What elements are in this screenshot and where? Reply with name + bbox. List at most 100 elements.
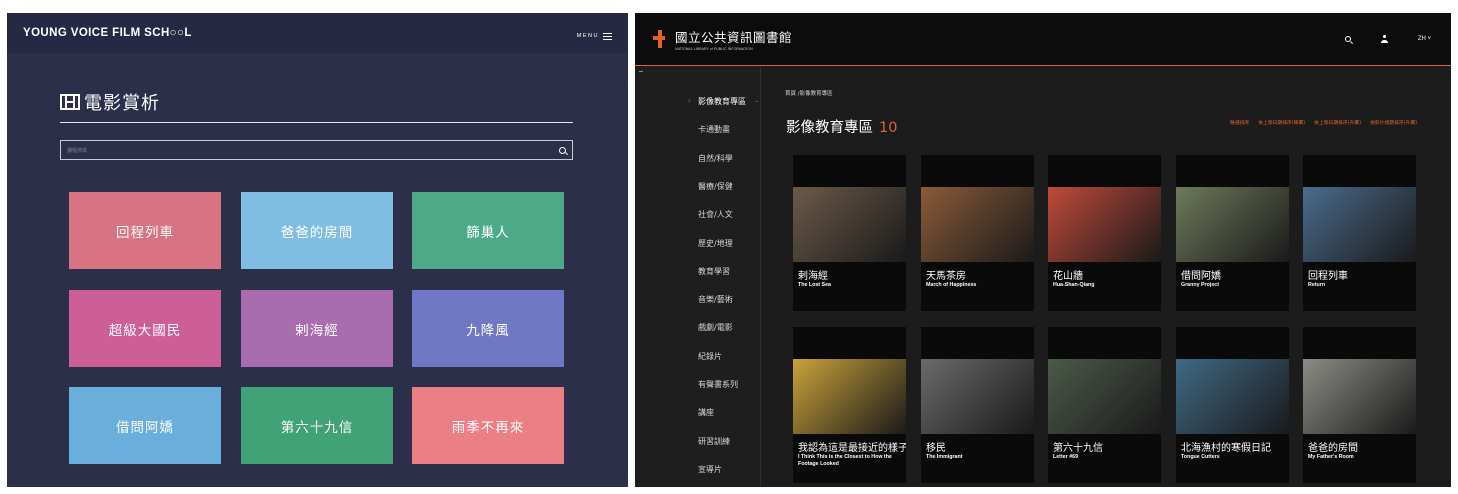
film-tile[interactable]: 篩巢人 <box>412 192 564 269</box>
video-title-zh[interactable]: 花山牆 <box>1053 267 1083 282</box>
film-tile[interactable]: 爸爸的房間 <box>241 192 393 269</box>
menu-label: MENU <box>576 33 599 39</box>
video-card[interactable]: 回程列車 Return <box>1303 155 1416 311</box>
video-thumbnail[interactable] <box>1303 187 1416 262</box>
video-title-en: Letter #69 <box>1053 454 1079 460</box>
video-title-zh[interactable]: 天馬茶房 <box>926 267 966 282</box>
video-thumbnail[interactable] <box>921 187 1034 262</box>
sidebar-item[interactable]: 戲劇/電影 <box>698 322 733 333</box>
film-tile[interactable]: 九降風 <box>412 290 564 367</box>
title-divider <box>60 122 573 123</box>
section-title-text: 影像教育專區 <box>786 120 873 136</box>
video-title-zh[interactable]: 爸爸的房間 <box>1308 439 1358 454</box>
video-card[interactable]: 天馬茶房 March of Happiness <box>921 155 1034 311</box>
video-thumbnail[interactable] <box>1048 359 1161 434</box>
film-school-header: YOUNG VOICE FILM SCH○○L MENU <box>7 13 628 53</box>
library-page: 國立公共資訊圖書館 NATIONAL LIBRARY of PUBLIC INF… <box>635 13 1451 487</box>
active-arrow-icon: › <box>688 97 691 105</box>
film-tile[interactable]: 第六十九信 <box>241 387 393 464</box>
language-selector[interactable]: ZH ˅ <box>1418 36 1431 42</box>
menu-button[interactable]: MENU <box>576 32 612 40</box>
video-card[interactable]: 借問阿嬌 Granny Project <box>1176 155 1289 311</box>
sort-option[interactable]: 依上架日期排序(降冪) <box>1258 119 1305 126</box>
video-card[interactable]: 第六十九信 Letter #69 <box>1048 327 1161 483</box>
screenshot-root: YOUNG VOICE FILM SCH○○L MENU 電影賞析 課程搜尋 回… <box>0 0 1458 494</box>
video-title-zh[interactable]: 我認為這是最接近的樣子 <box>798 439 906 454</box>
film-tile-label: 第六十九信 <box>280 419 354 436</box>
film-tile[interactable]: 超級大國民 <box>69 290 221 367</box>
search-placeholder: 課程搜尋 <box>67 147 88 154</box>
film-tile[interactable]: 借問阿嬌 <box>69 387 221 464</box>
sidebar-item[interactable]: 影像教育專區 <box>698 96 746 107</box>
video-card[interactable]: 北海漁村的寒假日記 Tongue Cutters <box>1176 327 1289 483</box>
video-thumbnail[interactable] <box>793 187 906 262</box>
film-tile[interactable]: 剌海經 <box>241 290 393 367</box>
video-card[interactable]: 剌海經 The Lost Sea <box>793 155 906 311</box>
sidebar-item[interactable]: 紀錄片 <box>698 351 722 362</box>
video-thumbnail[interactable] <box>921 359 1034 434</box>
video-thumbnail[interactable] <box>793 359 906 434</box>
search-icon[interactable] <box>1344 36 1351 42</box>
video-title-zh[interactable]: 第六十九信 <box>1053 439 1103 454</box>
film-tile[interactable]: 雨季不再來 <box>412 387 564 464</box>
library-logo-subtitle: NATIONAL LIBRARY of PUBLIC INFORMATION <box>675 47 753 51</box>
film-tile-label: 剌海經 <box>295 322 339 339</box>
film-tile[interactable]: 回程列車 <box>69 192 221 269</box>
library-logo[interactable]: 國立公共資訊圖書館 NATIONAL LIBRARY of PUBLIC INF… <box>651 27 792 51</box>
item-count: 10 <box>879 120 898 136</box>
sidebar-item[interactable]: 社會/人文 <box>698 209 733 220</box>
search-icon[interactable] <box>559 146 566 154</box>
user-icon[interactable] <box>1380 35 1388 43</box>
film-icon <box>60 94 80 110</box>
film-school-logo[interactable]: YOUNG VOICE FILM SCH○○L <box>23 27 192 39</box>
film-tile-label: 爸爸的房間 <box>280 224 354 241</box>
film-tile-label: 超級大國民 <box>108 322 182 339</box>
video-title-zh[interactable]: 移民 <box>926 439 946 454</box>
sidebar-item[interactable]: 教育學習 <box>698 266 730 277</box>
library-logo-icon <box>651 30 669 48</box>
video-title-zh[interactable]: 回程列車 <box>1308 267 1348 282</box>
sidebar-item[interactable]: 講座 <box>698 407 714 418</box>
hamburger-icon <box>603 32 612 40</box>
video-title-en: My Father's Room <box>1308 454 1354 460</box>
film-tile-label: 篩巢人 <box>466 224 510 241</box>
video-card[interactable]: 花山牆 Hua-Shan-Qiang <box>1048 155 1161 311</box>
video-card[interactable]: 我認為這是最接近的樣子 I Think This is the Closest t… <box>793 327 906 483</box>
sidebar-item[interactable]: 研習訓練 <box>698 436 730 447</box>
video-title-zh[interactable]: 借問阿嬌 <box>1181 267 1221 282</box>
sort-option[interactable]: 依上架日期排序(升冪) <box>1314 119 1361 126</box>
library-header: 國立公共資訊圖書館 NATIONAL LIBRARY of PUBLIC INF… <box>635 13 1451 66</box>
sort-option[interactable]: 精選排序 <box>1230 119 1249 126</box>
video-thumbnail[interactable] <box>1048 187 1161 262</box>
video-title-zh[interactable]: 北海漁村的寒假日記 <box>1181 439 1271 454</box>
film-tile-label: 借問阿嬌 <box>116 419 174 436</box>
sidebar-collapse-icon[interactable] <box>639 71 643 72</box>
video-thumbnail[interactable] <box>1303 359 1416 434</box>
video-title-zh[interactable]: 剌海經 <box>798 267 828 282</box>
course-search-input[interactable]: 課程搜尋 <box>60 140 573 160</box>
sidebar-item[interactable]: 醫療/保健 <box>698 181 733 192</box>
sidebar-item[interactable]: 自然/科學 <box>698 153 733 164</box>
film-tile-label: 雨季不再來 <box>451 419 525 436</box>
film-tile-label: 回程列車 <box>116 224 174 241</box>
sidebar-item[interactable]: 歷史/地理 <box>698 238 733 249</box>
video-thumbnail[interactable] <box>1176 359 1289 434</box>
video-title-en: Tongue Cutters <box>1181 454 1220 460</box>
film-tile-label: 九降風 <box>466 322 510 339</box>
library-logo-title: 國立公共資訊圖書館 <box>675 30 793 45</box>
sidebar-item[interactable]: 卡通動畫 <box>698 124 730 135</box>
video-title-en: Granny Project <box>1181 282 1219 288</box>
sidebar-item[interactable]: 宣導片 <box>698 464 722 475</box>
sidebar-item[interactable]: 有聲書系列 <box>698 379 738 390</box>
header-tools: ZH ˅ <box>1344 35 1431 43</box>
breadcrumb[interactable]: 首頁 /影像教育專區 <box>785 89 833 97</box>
video-title-en: I Think This is the Closest to How the F… <box>798 454 892 467</box>
section-title: 影像教育專區 10 <box>786 116 897 137</box>
video-title-en: Return <box>1308 282 1326 288</box>
video-card[interactable]: 爸爸的房間 My Father's Room <box>1303 327 1416 483</box>
sort-option[interactable]: 依影片標題排序(升冪) <box>1370 119 1417 126</box>
video-thumbnail[interactable] <box>1176 187 1289 262</box>
video-card[interactable]: 移民 The Immigrant <box>921 327 1034 483</box>
collapse-dash-icon[interactable]: – <box>755 97 759 105</box>
sidebar-item[interactable]: 音樂/藝術 <box>698 294 733 305</box>
